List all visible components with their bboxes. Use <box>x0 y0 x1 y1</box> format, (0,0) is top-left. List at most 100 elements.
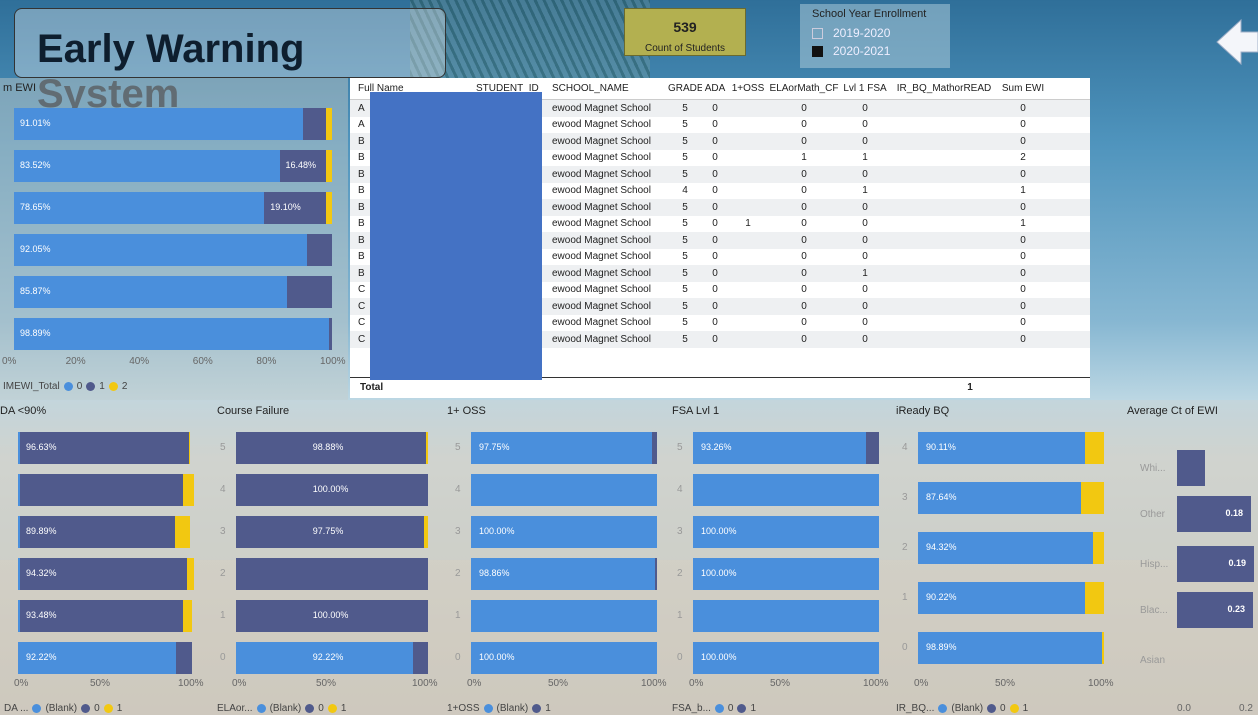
fsa-bar[interactable]: 93.26% <box>693 432 879 464</box>
bar-label: 87.64% <box>926 492 957 502</box>
table-cell: 1 <box>1020 218 1026 230</box>
iready-legend-title: IR_BQ... <box>896 703 935 714</box>
avg-ewi-bar[interactable]: 0.23 <box>1177 592 1253 628</box>
bar-label: 85.87% <box>20 286 51 296</box>
table-cell: ewood Magnet School <box>552 218 651 230</box>
bar-label: 92.05% <box>20 244 51 254</box>
bar-segment-navy <box>655 558 657 590</box>
axis-tick: 60% <box>192 356 213 367</box>
bar-label: 96.63% <box>26 442 57 452</box>
table-cell: 5 <box>682 267 688 279</box>
axis-tick: 100% <box>412 678 438 689</box>
category-label: 0 <box>677 652 683 663</box>
bar-segment-navy <box>19 474 184 506</box>
avg-ewi-bar[interactable] <box>1177 450 1205 486</box>
course-bar[interactable]: 98.88% <box>236 432 428 464</box>
table-cell: ewood Magnet School <box>552 201 651 213</box>
ada-bar[interactable]: 89.89% <box>18 516 194 548</box>
axis-tick: 0% <box>689 678 704 689</box>
table-cell: 0 <box>862 102 868 114</box>
oss-bar[interactable]: 100.00% <box>471 642 657 674</box>
table-cell: 5 <box>682 102 688 114</box>
table-cell: 0 <box>1020 267 1026 279</box>
table-header-cell[interactable]: IR_BQ_MathorREAD <box>890 83 998 94</box>
ada-bar[interactable]: 92.22% <box>18 642 194 674</box>
oss-bar[interactable]: 97.75% <box>471 432 657 464</box>
year-option-2019[interactable]: 2019-2020 <box>800 24 950 42</box>
ewi-bar[interactable]: 78.65% 19.10% <box>14 192 332 224</box>
ada-bar[interactable] <box>18 474 194 506</box>
avg-ewi-bar[interactable]: 0.19 <box>1177 546 1254 582</box>
table-cell: 1 <box>1020 185 1026 197</box>
ada-bar[interactable]: 93.48% <box>18 600 194 632</box>
fsa-bar[interactable]: 100.00% <box>693 558 879 590</box>
oss-bar[interactable] <box>471 474 657 506</box>
table-cell: 0 <box>1020 284 1026 296</box>
course-bar[interactable]: 100.00% <box>236 474 428 506</box>
table-cell: 0 <box>862 317 868 329</box>
table-header-cell[interactable]: ELAorMath_CF <box>768 83 840 94</box>
iready-bar[interactable]: 98.89% <box>918 632 1104 664</box>
ewi-bar[interactable]: 92.05% <box>14 234 332 266</box>
axis-tick: 100% <box>178 678 204 689</box>
category-label: 1 <box>220 610 226 621</box>
table-header-cell[interactable]: SCHOOL_NAME <box>544 83 668 94</box>
oss-bar[interactable] <box>471 600 657 632</box>
fsa-bar[interactable]: 100.00% <box>693 516 879 548</box>
iready-bar[interactable]: 87.64% <box>918 482 1104 514</box>
bar-label: 94.32% <box>926 542 957 552</box>
fsa-bar[interactable] <box>693 600 879 632</box>
year-option-2020[interactable]: 2020-2021 <box>800 42 950 60</box>
bar-segment-2 <box>325 150 332 182</box>
table-cell: 5 <box>682 300 688 312</box>
table-header-cell[interactable]: Sum EWI <box>998 83 1048 94</box>
table-cell: 0 <box>712 267 718 279</box>
bar-label: 92.22% <box>312 652 344 662</box>
legend-dot-icon <box>483 704 493 713</box>
avg-ewi-bar[interactable]: 0.18 <box>1177 496 1251 532</box>
ewi-bar[interactable]: 83.52% 16.48% <box>14 150 332 182</box>
oss-bar[interactable]: 100.00% <box>471 516 657 548</box>
oss-bar[interactable]: 98.86% <box>471 558 657 590</box>
ewi-bar[interactable]: 91.01% <box>14 108 332 140</box>
fsa-title: FSA Lvl 1 <box>672 405 720 417</box>
table-cell: ewood Magnet School <box>552 234 651 246</box>
table-cell: 5 <box>682 135 688 147</box>
course-bar[interactable]: 97.75% <box>236 516 428 548</box>
iready-bar[interactable]: 90.11% <box>918 432 1104 464</box>
bar-label-secondary: 16.48% <box>285 160 317 170</box>
axis-tick: 40% <box>129 356 150 367</box>
table-cell: 0 <box>1020 102 1026 114</box>
table-header-cell[interactable]: 1+OSS <box>728 83 768 94</box>
legend-item: (Blank) <box>45 703 78 714</box>
course-bar[interactable]: 92.22% <box>236 642 428 674</box>
table-header-cell[interactable]: Lvl 1 FSA <box>840 83 890 94</box>
bar-label: 92.22% <box>26 652 57 662</box>
back-arrow-icon[interactable] <box>1215 16 1258 68</box>
iready-bar[interactable]: 90.22% <box>918 582 1104 614</box>
legend-dot-icon <box>86 382 96 391</box>
ada-bar[interactable]: 94.32% <box>18 558 194 590</box>
ewi-bar[interactable]: 85.87% <box>14 276 332 308</box>
category-label: 3 <box>455 526 461 537</box>
ada-legend: DA ... (Blank) 0 1 <box>4 703 122 714</box>
category-label: 2 <box>455 568 461 579</box>
table-header-cell[interactable]: ADA <box>702 83 728 94</box>
ada-bar[interactable]: 96.63% <box>18 432 194 464</box>
bar-segment-1 <box>306 234 332 266</box>
iready-bar[interactable]: 94.32% <box>918 532 1104 564</box>
course-bar[interactable]: 100.00% <box>236 600 428 632</box>
fsa-bar[interactable] <box>693 474 879 506</box>
table-cell: 0 <box>801 251 807 263</box>
table-header-cell[interactable]: GRADE <box>668 83 702 94</box>
ewi-bar[interactable]: 98.89% <box>14 318 332 350</box>
legend-dot-icon <box>256 704 266 713</box>
fsa-bar[interactable]: 100.00% <box>693 642 879 674</box>
course-bar[interactable] <box>236 558 428 590</box>
table-cell: 0 <box>862 218 868 230</box>
bar-segment-blue <box>693 474 879 506</box>
table-cell: 1 <box>745 218 751 230</box>
table-cell: 0 <box>801 185 807 197</box>
bar-label: 83.52% <box>20 160 51 170</box>
table-cell: 0 <box>801 317 807 329</box>
